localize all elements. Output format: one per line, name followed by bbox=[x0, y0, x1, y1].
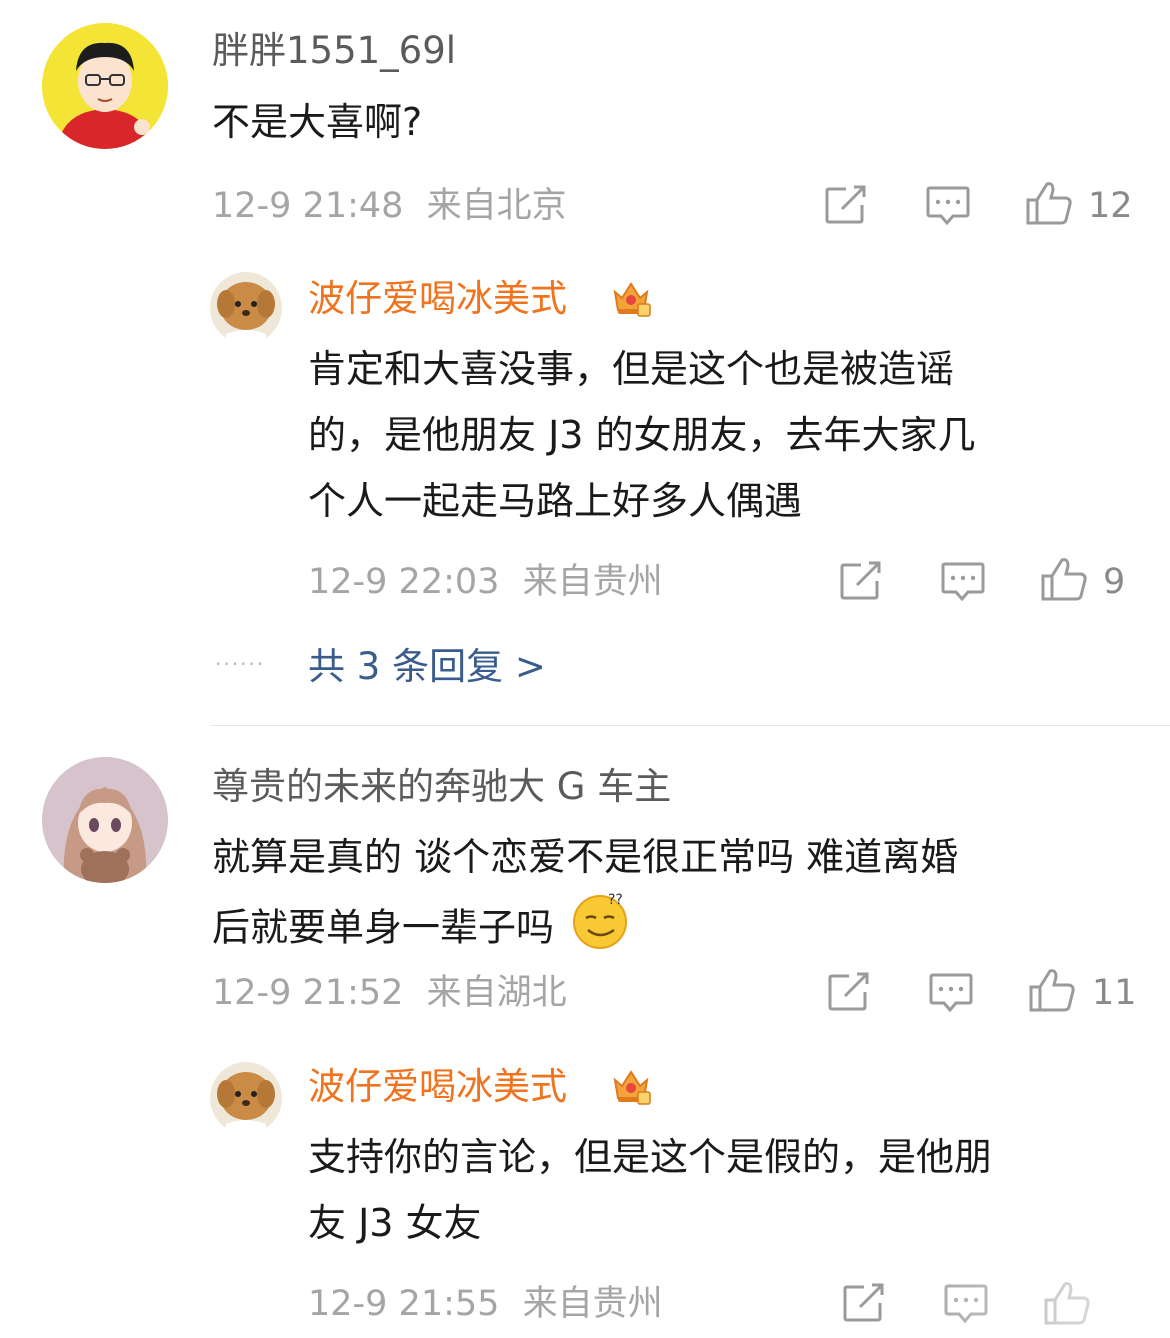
reply-meta: 12-9 22:03 来自贵州 bbox=[308, 565, 663, 600]
comment-meta: 12-9 21:52 来自湖北 bbox=[212, 976, 567, 1011]
like-icon[interactable] bbox=[1025, 180, 1073, 226]
comment-icon[interactable] bbox=[926, 185, 970, 227]
comment-location: 来自北京 bbox=[426, 186, 567, 226]
reply-text-line: 支持你的言论，但是这个是假的，是他朋 bbox=[308, 1135, 993, 1179]
crown-badge-icon bbox=[610, 276, 652, 322]
reply-location: 来自贵州 bbox=[522, 1284, 663, 1324]
reply-text: 支持你的言论，但是这个是假的，是他朋 友 J3 女友 bbox=[308, 1124, 992, 1256]
comment-text: 就算是真的 谈个恋爱不是很正常吗 难道离婚 后就要单身一辈子吗 ?? bbox=[212, 824, 958, 970]
comment-text-line: 就算是真的 谈个恋爱不是很正常吗 难道离婚 bbox=[212, 835, 959, 879]
avatar-puppy[interactable] bbox=[210, 1062, 282, 1134]
comment-icon[interactable] bbox=[929, 972, 973, 1014]
reply-meta: 12-9 21:55 来自贵州 bbox=[308, 1287, 663, 1322]
reply-time: 12-9 21:55 bbox=[308, 1284, 500, 1324]
comment-divider bbox=[210, 725, 1170, 726]
avatar-anime-girl[interactable] bbox=[42, 757, 168, 883]
comment-text-line: 后就要单身一辈子吗 ?? bbox=[212, 890, 958, 970]
avatar-cartoon-man[interactable] bbox=[42, 23, 168, 149]
comment-text-line-content: 后就要单身一辈子吗 bbox=[212, 905, 555, 950]
reply-username[interactable]: 波仔爱喝冰美式 bbox=[308, 280, 567, 317]
comment-text-line: 不是大喜啊? bbox=[212, 100, 423, 144]
like-icon[interactable] bbox=[1040, 556, 1088, 602]
comment-username[interactable]: 尊贵的未来的奔驰大 G 车主 bbox=[212, 768, 671, 805]
comment-time: 12-9 21:48 bbox=[212, 186, 404, 226]
more-dots: ······ bbox=[215, 652, 266, 676]
comment-icon[interactable] bbox=[941, 561, 985, 603]
share-icon[interactable] bbox=[824, 185, 868, 225]
bottom-fade bbox=[880, 1270, 1170, 1338]
comment-text: 不是大喜啊? bbox=[212, 89, 422, 155]
reply-time: 12-9 22:03 bbox=[308, 562, 500, 602]
avatar-puppy[interactable] bbox=[210, 272, 282, 344]
like-icon[interactable] bbox=[1028, 967, 1076, 1013]
like-count: 12 bbox=[1088, 186, 1133, 226]
share-icon[interactable] bbox=[827, 972, 871, 1012]
comment-location: 来自湖北 bbox=[426, 973, 567, 1013]
comment-meta: 12-9 21:48 来自北京 bbox=[212, 189, 567, 224]
reply-text-line: 肯定和大喜没事，但是这个也是被造谣 bbox=[308, 347, 955, 391]
emoji-confused-smile: ?? bbox=[572, 890, 632, 970]
reply-text-line: 个人一起走马路上好多人偶遇 bbox=[308, 479, 803, 523]
reply-username[interactable]: 波仔爱喝冰美式 bbox=[308, 1068, 567, 1105]
reply-location: 来自贵州 bbox=[522, 562, 663, 602]
svg-text:??: ?? bbox=[608, 892, 623, 908]
crown-badge-icon bbox=[610, 1064, 652, 1110]
reply-text-line: 的，是他朋友 J3 的女朋友，去年大家几 bbox=[308, 413, 976, 457]
reply-text: 肯定和大喜没事，但是这个也是被造谣 的，是他朋友 J3 的女朋友，去年大家几 个… bbox=[308, 336, 976, 534]
more-replies-link[interactable]: 共 3 条回复 > bbox=[308, 648, 546, 685]
comment-time: 12-9 21:52 bbox=[212, 973, 404, 1013]
like-count: 11 bbox=[1092, 973, 1137, 1013]
reply-text-line: 友 J3 女友 bbox=[308, 1201, 482, 1245]
like-count: 9 bbox=[1103, 562, 1126, 602]
comment-username[interactable]: 胖胖1551_69l bbox=[212, 32, 456, 69]
share-icon[interactable] bbox=[839, 561, 883, 601]
